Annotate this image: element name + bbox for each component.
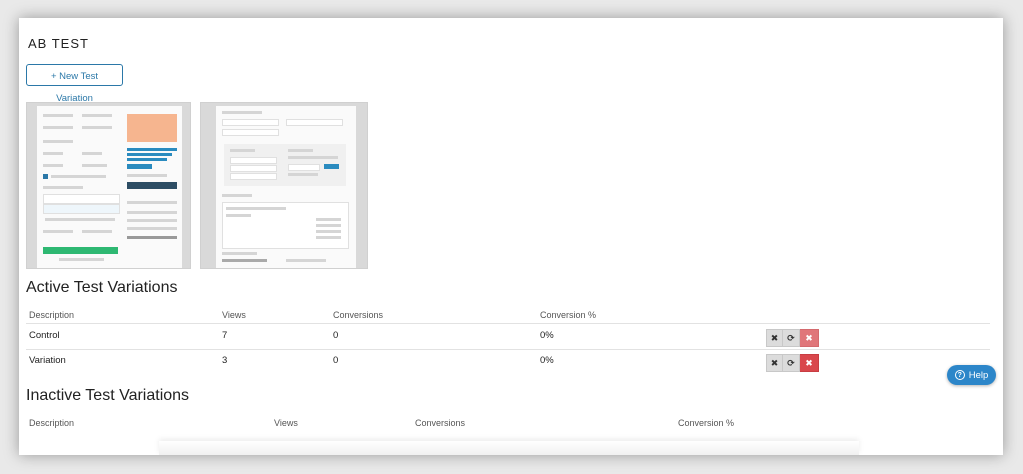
row-actions: ✖ ⟳ ✖ — [766, 329, 821, 347]
column-header-conversion-rate: Conversion % — [678, 418, 735, 428]
refresh-icon[interactable]: ⟳ — [783, 354, 800, 372]
row-actions: ✖ ⟳ ✖ — [766, 354, 821, 372]
help-button[interactable]: ? Help — [947, 365, 996, 385]
divider — [26, 323, 990, 324]
delete-icon[interactable]: ✖ — [800, 329, 819, 347]
question-circle-icon: ? — [954, 370, 965, 380]
stop-icon[interactable]: ✖ — [766, 329, 783, 347]
row-description: Variation — [29, 355, 66, 366]
row-views: 3 — [222, 355, 228, 366]
row-views: 7 — [222, 330, 228, 341]
row-conversion-rate: 0% — [540, 355, 554, 366]
column-header-conversion-rate: Conversion % — [540, 310, 597, 320]
page-title: AB TEST — [28, 36, 89, 51]
refresh-icon[interactable]: ⟳ — [783, 329, 800, 347]
preview-page — [37, 106, 182, 268]
preview-page — [216, 106, 356, 268]
column-header-views: Views — [222, 310, 246, 320]
column-header-description: Description — [29, 310, 75, 320]
delete-icon[interactable]: ✖ — [800, 354, 819, 372]
active-variations-title: Active Test Variations — [26, 279, 178, 296]
row-conversions: 0 — [333, 355, 339, 366]
stop-icon[interactable]: ✖ — [766, 354, 783, 372]
new-test-variation-button[interactable]: + New Test Variation — [26, 64, 123, 104]
ab-test-panel: AB TEST + New Test Variation Active Test… — [19, 18, 1003, 455]
divider — [26, 349, 990, 350]
column-header-description: Description — [29, 418, 75, 428]
help-label: Help — [968, 369, 989, 381]
divider — [159, 441, 859, 455]
row-conversions: 0 — [333, 330, 339, 341]
variation-preview-thumbnail-control[interactable] — [26, 102, 191, 269]
row-description: Control — [29, 330, 60, 341]
column-header-views: Views — [274, 418, 298, 428]
variation-preview-thumbnail-variation[interactable] — [200, 102, 368, 269]
inactive-variations-title: Inactive Test Variations — [26, 387, 190, 404]
row-conversion-rate: 0% — [540, 330, 554, 341]
column-header-conversions: Conversions — [415, 418, 466, 428]
column-header-conversions: Conversions — [333, 310, 384, 320]
